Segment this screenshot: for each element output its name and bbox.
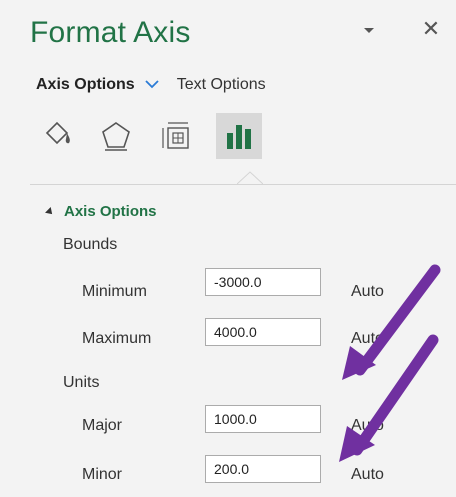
minimum-label: Minimum bbox=[82, 283, 147, 300]
maximum-label: Maximum bbox=[82, 330, 152, 347]
minor-input[interactable] bbox=[205, 455, 321, 483]
minimum-input[interactable] bbox=[205, 268, 321, 296]
units-label: Units bbox=[63, 374, 100, 391]
minor-auto-button[interactable]: Auto bbox=[351, 466, 384, 484]
major-label: Major bbox=[82, 417, 123, 434]
effects-icon bbox=[102, 122, 130, 151]
bounds-label: Bounds bbox=[63, 236, 118, 253]
major-input[interactable] bbox=[205, 405, 321, 433]
section-title: Axis Options bbox=[64, 203, 157, 220]
fill-line-button[interactable] bbox=[36, 116, 76, 156]
axis-options-section-toggle[interactable]: Axis Options bbox=[45, 203, 157, 220]
category-icon-row bbox=[36, 113, 282, 159]
annotation-arrow-icon bbox=[342, 264, 441, 380]
maximum-auto-button[interactable]: Auto bbox=[351, 330, 384, 348]
close-button[interactable]: ✕ bbox=[418, 16, 444, 42]
minor-label: Minor bbox=[82, 466, 123, 483]
options-tabs: Axis Options Text Options bbox=[36, 76, 266, 94]
size-properties-button[interactable] bbox=[156, 116, 196, 156]
collapse-triangle-icon bbox=[45, 206, 55, 217]
chevron-down-icon[interactable] bbox=[145, 76, 159, 94]
effects-button[interactable] bbox=[96, 116, 136, 156]
selected-tab-notch bbox=[237, 171, 263, 185]
dropdown-arrow-icon bbox=[364, 28, 374, 33]
fill-line-icon bbox=[45, 121, 70, 145]
close-icon: ✕ bbox=[421, 16, 441, 41]
tab-text-options[interactable]: Text Options bbox=[177, 76, 266, 94]
size-properties-icon bbox=[162, 122, 189, 149]
axis-options-button[interactable] bbox=[216, 113, 262, 159]
tab-axis-options[interactable]: Axis Options bbox=[36, 76, 135, 94]
axis-options-icon bbox=[227, 125, 251, 149]
annotation-arrow-icon bbox=[339, 334, 439, 462]
pane-title: Format Axis bbox=[30, 16, 191, 49]
minimum-auto-button[interactable]: Auto bbox=[351, 283, 384, 301]
maximum-input[interactable] bbox=[205, 318, 321, 346]
pane-options-dropdown[interactable] bbox=[358, 22, 380, 40]
major-auto-button[interactable]: Auto bbox=[351, 417, 384, 435]
